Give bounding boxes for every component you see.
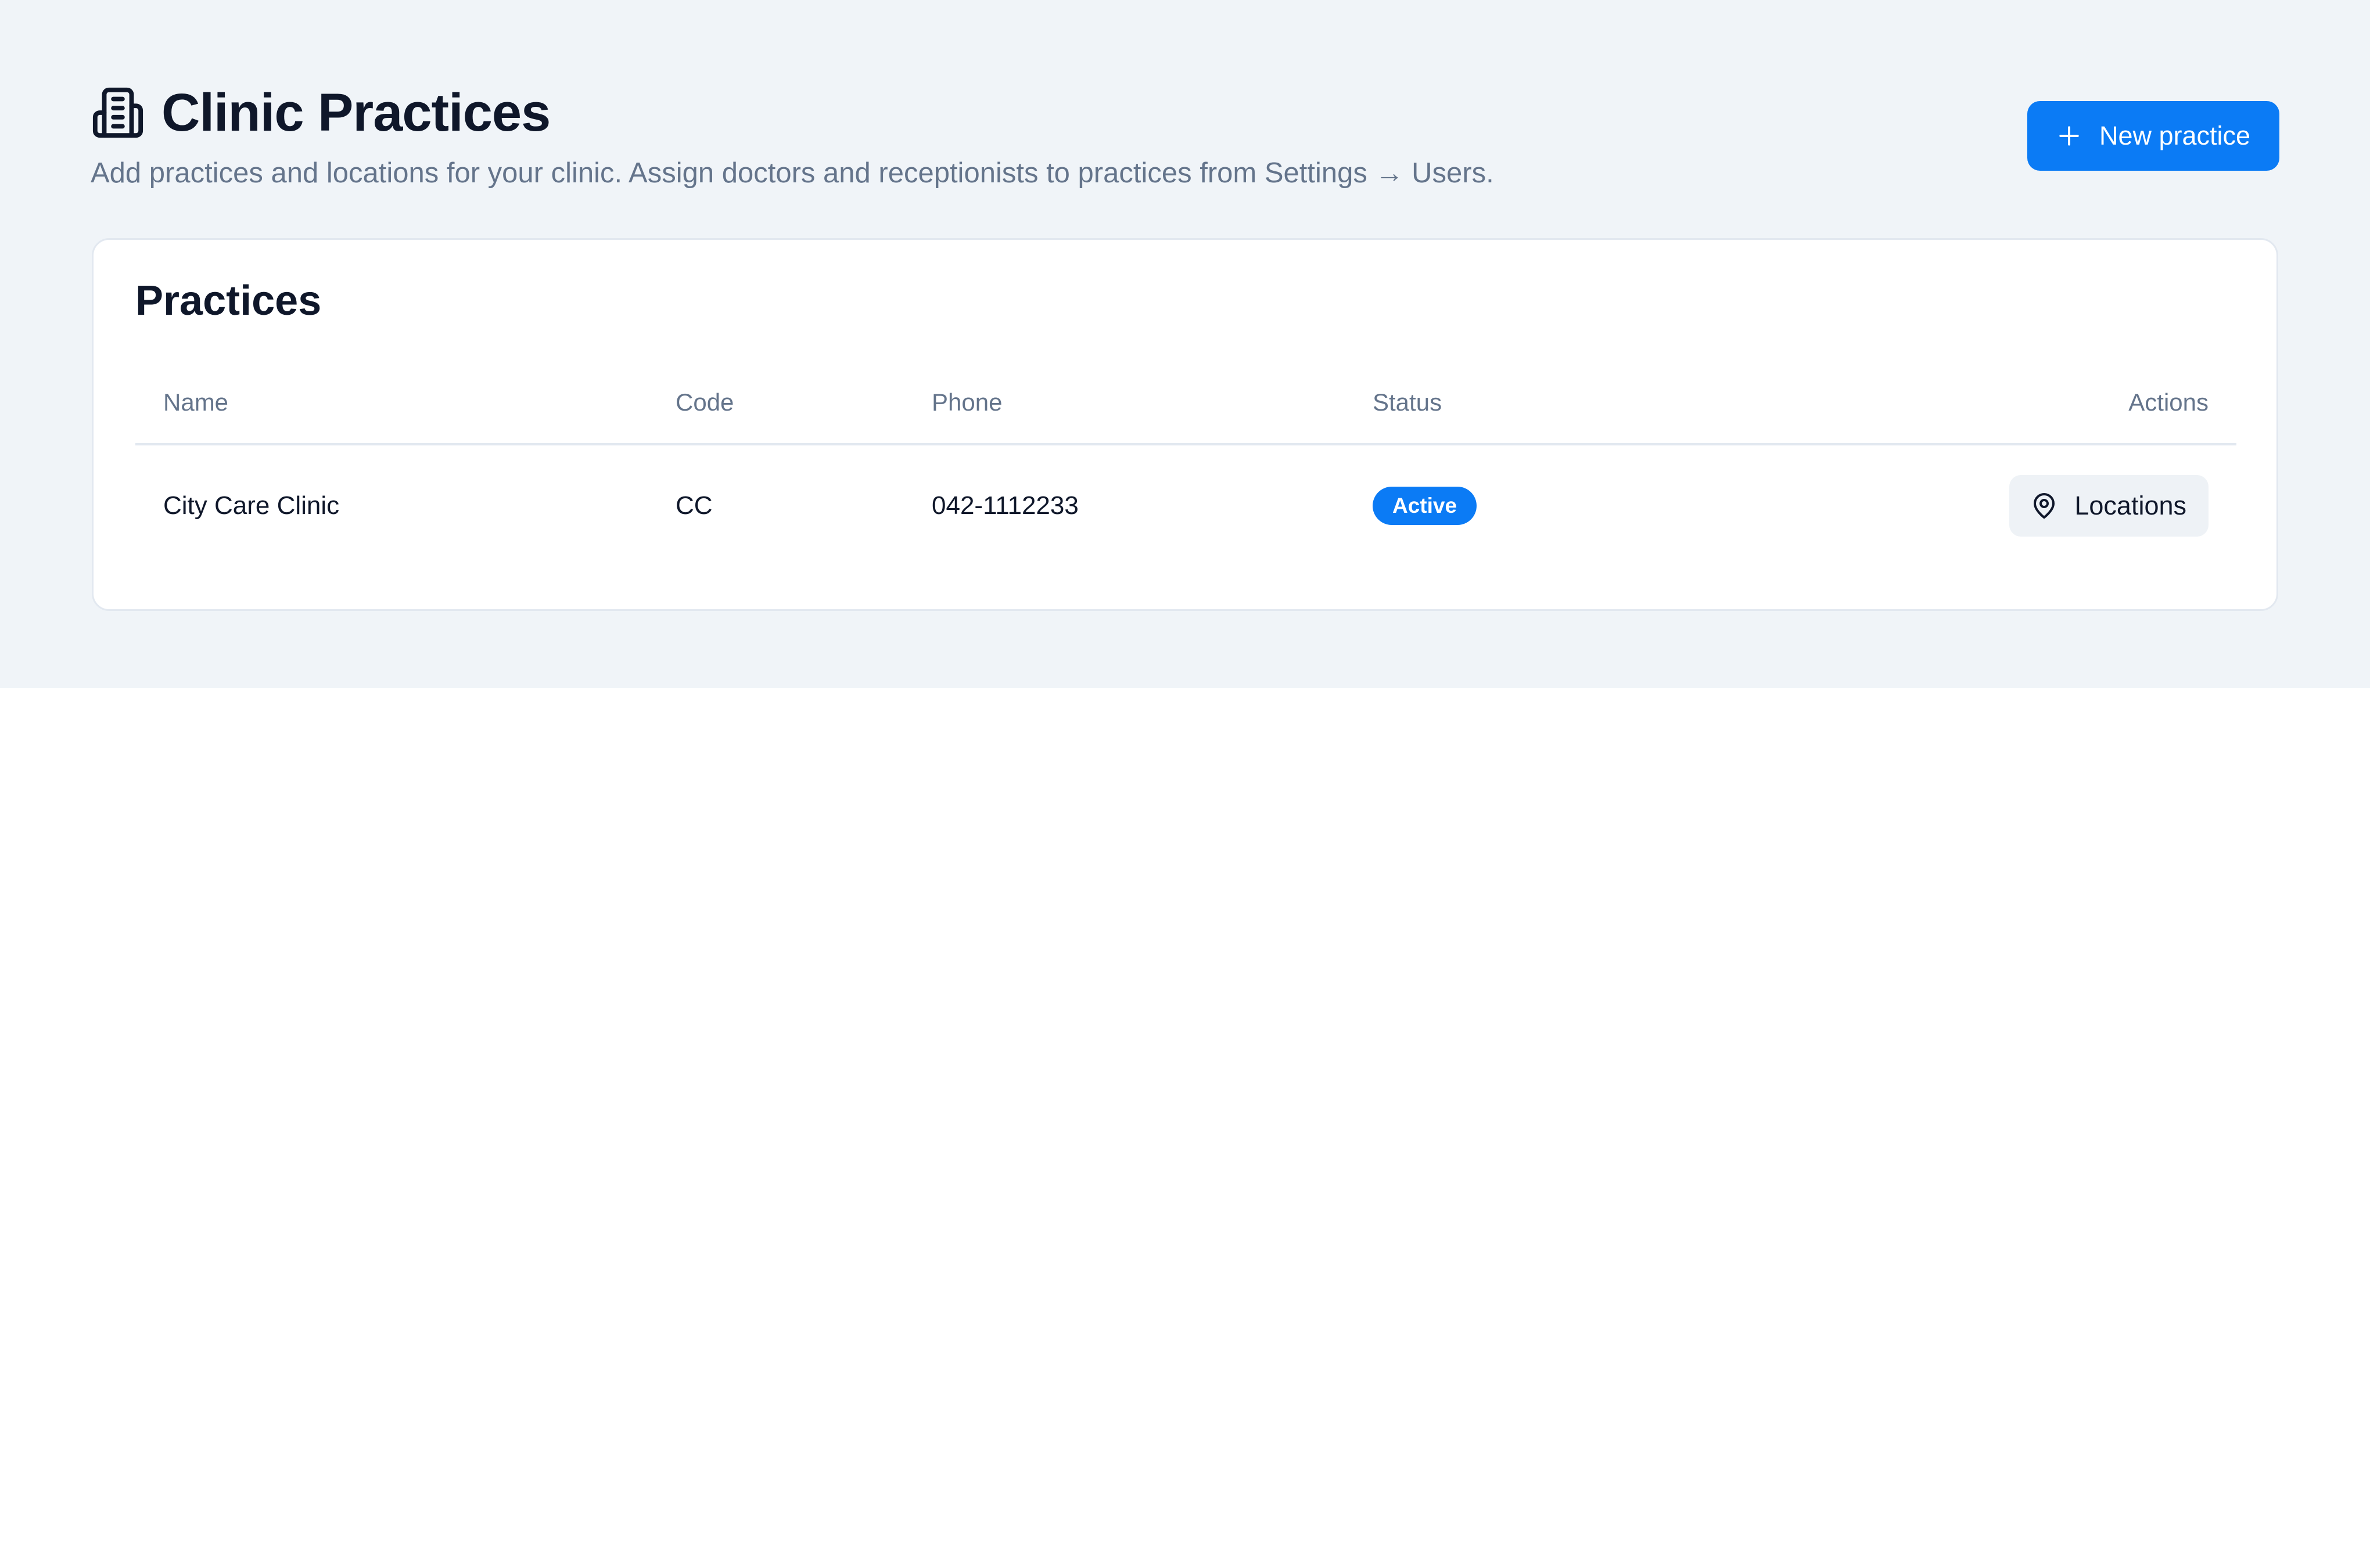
table-header: Name Code Phone Status Actions xyxy=(135,368,2236,445)
page-subtitle: Add practices and locations for your cli… xyxy=(91,157,1494,189)
column-header-name: Name xyxy=(163,389,229,416)
new-practice-button[interactable]: New practice xyxy=(2027,101,2279,171)
page-header: Clinic Practices Add practices and locat… xyxy=(91,75,2279,203)
card-title: Practices xyxy=(135,278,322,324)
practice-code: CC xyxy=(676,491,713,520)
status-badge: Active xyxy=(1373,487,1477,525)
practice-name: City Care Clinic xyxy=(163,491,340,520)
page-title: Clinic Practices xyxy=(161,83,551,142)
map-pin-icon xyxy=(2030,492,2058,520)
practice-phone: 042-1112233 xyxy=(932,491,1079,520)
status-cell: Active xyxy=(1373,445,1477,566)
column-header-phone: Phone xyxy=(932,389,1003,416)
column-header-status: Status xyxy=(1373,389,1442,416)
practices-card: Practices Name Code Phone Status Actions… xyxy=(92,238,2278,611)
locations-button[interactable]: Locations xyxy=(2009,475,2209,537)
new-practice-button-label: New practice xyxy=(2099,121,2251,150)
table-row: City Care Clinic CC 042-1112233 Active L… xyxy=(135,445,2236,566)
column-header-actions: Actions xyxy=(2128,389,2209,416)
locations-button-label: Locations xyxy=(2074,491,2186,520)
title-row: Clinic Practices xyxy=(91,80,551,145)
actions-cell: Locations xyxy=(2009,445,2209,566)
column-header-code: Code xyxy=(676,389,734,416)
plus-icon xyxy=(2056,123,2082,149)
building-icon xyxy=(91,85,145,140)
practices-table: Name Code Phone Status Actions City Care… xyxy=(135,368,2236,566)
